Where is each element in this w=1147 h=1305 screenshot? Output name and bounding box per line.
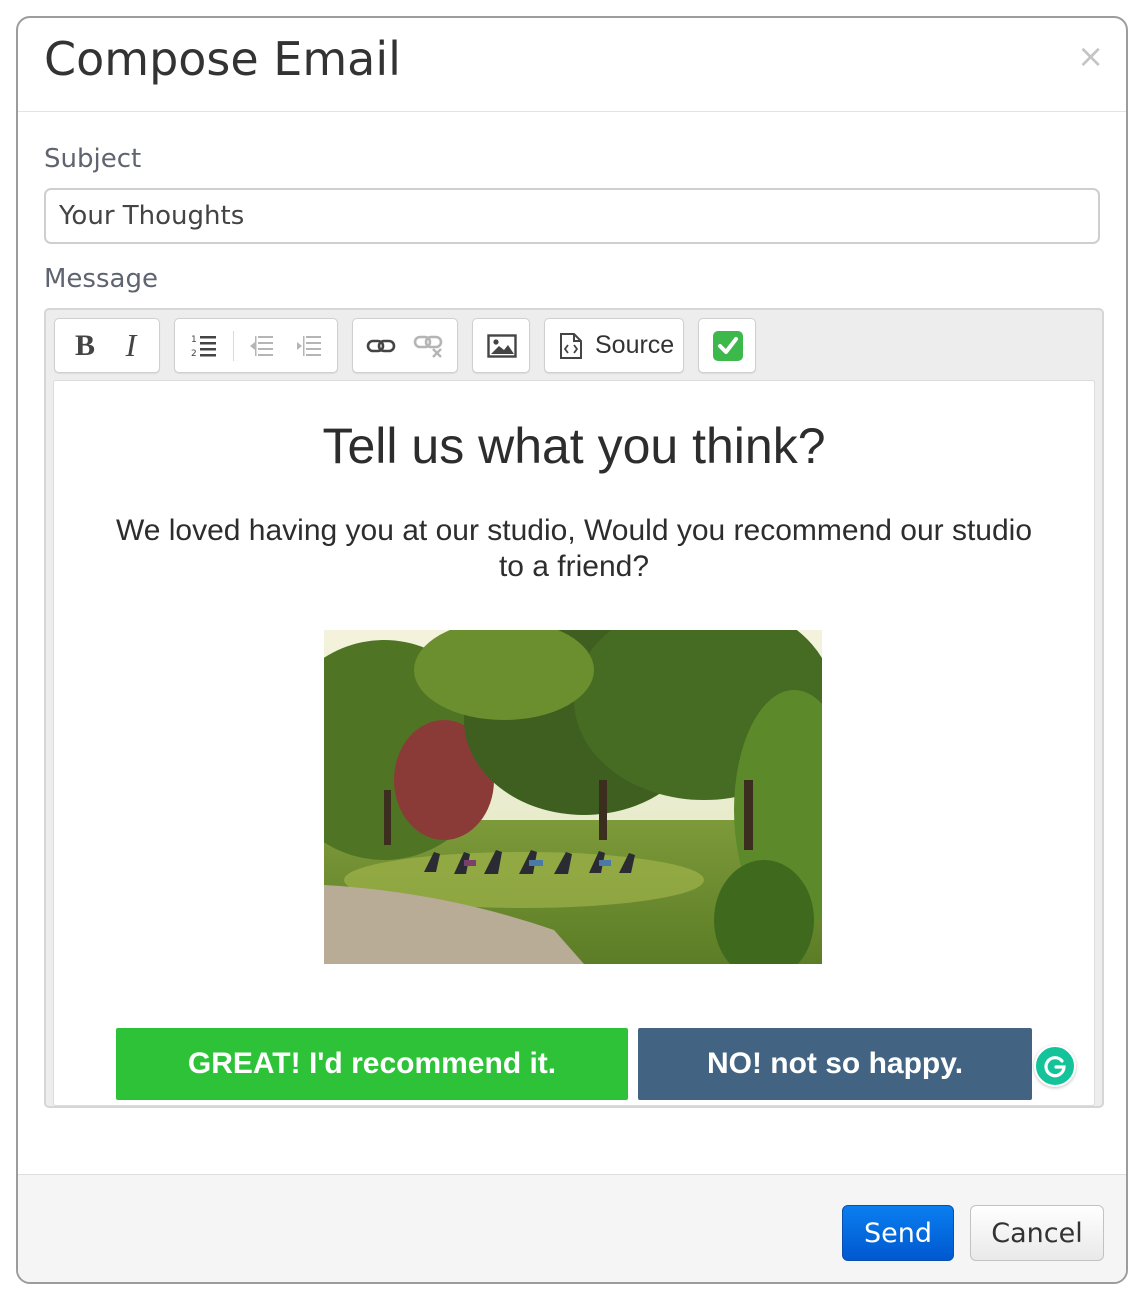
svg-text:1: 1 [191, 335, 197, 345]
grammarly-icon [1044, 1056, 1066, 1078]
decrease-indent-icon [250, 335, 273, 356]
unlink-icon [413, 335, 443, 358]
modal-header: Compose Email × [18, 18, 1126, 112]
bold-button[interactable]: B [63, 319, 107, 372]
toolbar-group-document: Source [544, 318, 684, 373]
bold-icon: B [74, 328, 95, 362]
toolbar-group-links [352, 318, 458, 373]
italic-button[interactable]: I [109, 319, 153, 372]
recommend-yes-button[interactable]: GREAT! I'd recommend it. [116, 1028, 628, 1100]
increase-indent-icon [297, 335, 321, 356]
recommend-no-button[interactable]: NO! not so happy. [638, 1028, 1032, 1100]
increase-indent-button[interactable] [287, 319, 331, 372]
link-icon [366, 339, 396, 352]
email-body-line: to a friend? [498, 550, 650, 583]
rich-text-editor: B I 1 2 Source Tell us what you think? W… [44, 308, 1104, 1108]
subject-label: Subject [44, 144, 142, 174]
checkmark-button[interactable] [705, 319, 751, 372]
compose-email-modal: Compose Email × Subject Message B I 1 [16, 16, 1128, 1284]
modal-title: Compose Email [44, 32, 401, 86]
email-body-line: We loved having you at our studio, Would… [115, 514, 1033, 547]
source-icon [560, 332, 582, 359]
editor-content-area[interactable]: Tell us what you think? We loved having … [53, 380, 1095, 1106]
park-yoga-photo-art [324, 630, 822, 964]
send-button[interactable]: Send [842, 1205, 954, 1261]
link-button[interactable] [359, 319, 403, 372]
grammarly-button[interactable] [1034, 1045, 1076, 1087]
message-label: Message [44, 264, 158, 294]
toolbar-group-paragraph: 1 2 [174, 318, 338, 373]
italic-icon: I [125, 327, 137, 363]
toolbar-group-basic-styles: B I [54, 318, 160, 373]
cancel-button[interactable]: Cancel [970, 1205, 1104, 1261]
email-body-text: We loved having you at our studio, Would… [104, 513, 1044, 585]
numbered-list-button[interactable]: 1 2 [181, 319, 227, 372]
svg-text:2: 2 [191, 349, 197, 359]
park-yoga-photo [324, 630, 822, 964]
subject-input[interactable] [44, 188, 1100, 244]
checkmark-icon [713, 330, 743, 361]
close-icon[interactable]: × [1077, 40, 1104, 72]
source-button[interactable]: Source [553, 319, 677, 372]
toolbar-separator [233, 331, 234, 361]
decrease-indent-button[interactable] [239, 319, 283, 372]
image-icon [487, 333, 517, 358]
toolbar-group-insert [472, 318, 530, 373]
toolbar-group-extra [698, 318, 756, 373]
numbered-list-icon: 1 2 [191, 335, 216, 359]
unlink-button[interactable] [407, 319, 451, 372]
email-heading: Tell us what you think? [322, 418, 826, 474]
image-button[interactable] [479, 319, 525, 372]
modal-footer: Send Cancel [18, 1174, 1126, 1282]
source-label: Source [595, 331, 675, 359]
